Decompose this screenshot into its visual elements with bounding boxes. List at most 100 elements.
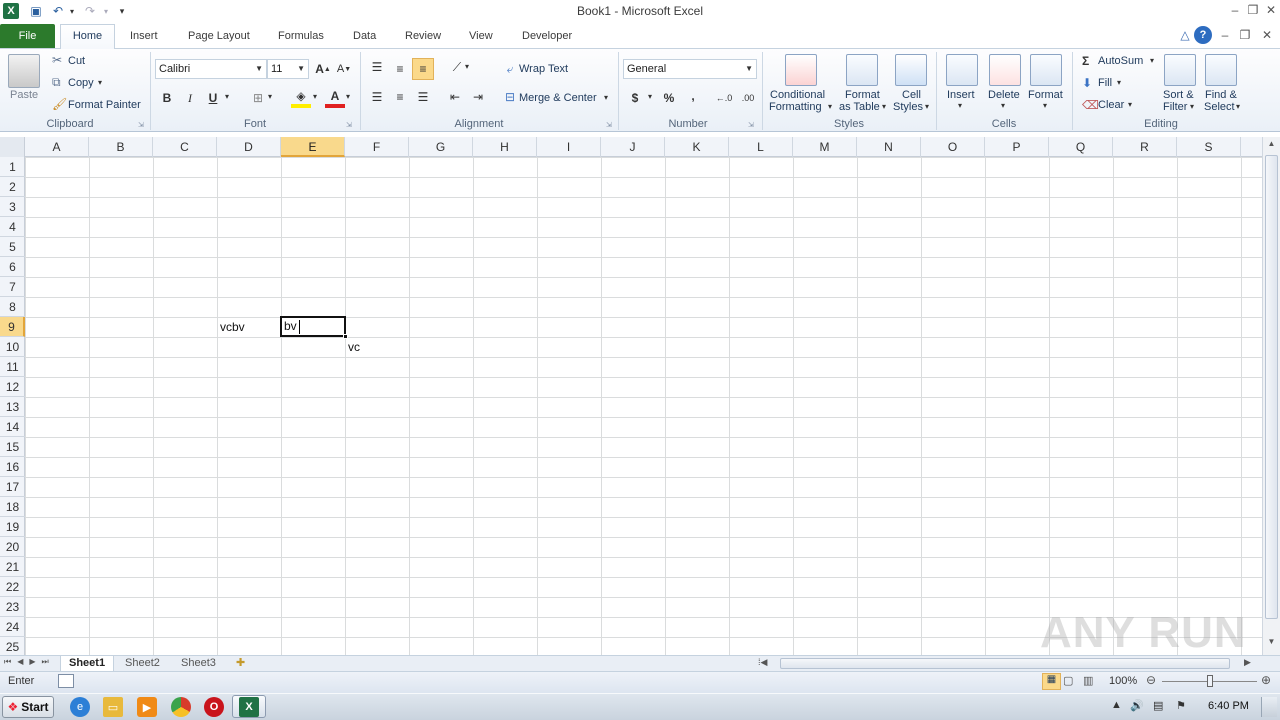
font-name-select[interactable]: Calibri ▼	[155, 59, 267, 79]
comma-button[interactable]: ,	[683, 86, 703, 106]
column-header[interactable]: K	[665, 137, 729, 157]
chrome-icon[interactable]	[171, 697, 191, 717]
redo-icon[interactable]: ↷	[82, 3, 98, 19]
tab-formulas[interactable]: Formulas	[268, 27, 334, 48]
row-header[interactable]: 16	[0, 457, 25, 477]
insert-cells-button[interactable]: Insert	[947, 89, 975, 101]
tab-file[interactable]: File	[0, 24, 55, 48]
action-center-flag-icon[interactable]: ⚑	[1176, 699, 1186, 712]
align-left-icon[interactable]: ☰	[367, 87, 387, 107]
column-header[interactable]: G	[409, 137, 473, 157]
row-header[interactable]: 7	[0, 277, 25, 297]
sort-filter-label-2[interactable]: Filter	[1163, 101, 1187, 113]
cut-button[interactable]: Cut	[68, 55, 85, 67]
workbook-close-icon[interactable]: ✕	[1258, 27, 1276, 43]
column-header[interactable]: C	[153, 137, 217, 157]
tab-insert[interactable]: Insert	[120, 27, 168, 48]
minimize-icon[interactable]: –	[1226, 2, 1244, 18]
fill-color-dropdown-icon[interactable]: ▾	[313, 92, 317, 101]
row-header[interactable]: 15	[0, 437, 25, 457]
cell-grid[interactable]	[25, 157, 1262, 655]
find-select-label-1[interactable]: Find &	[1205, 89, 1237, 101]
conditional-formatting-label-2[interactable]: Formatting	[769, 101, 822, 113]
autosum-button[interactable]: AutoSum	[1098, 55, 1143, 67]
format-cells-button[interactable]: Format	[1028, 89, 1063, 101]
column-header[interactable]: F	[345, 137, 409, 157]
align-bottom-icon[interactable]: ≡	[412, 58, 434, 80]
currency-button[interactable]: $	[625, 88, 645, 108]
insert-sheet-icon[interactable]: ✚	[236, 656, 245, 669]
active-cell-e9[interactable]: bv	[280, 316, 346, 337]
workbook-minimize-icon[interactable]: –	[1216, 27, 1234, 43]
number-format-select[interactable]: General ▼	[623, 59, 757, 79]
row-header[interactable]: 1	[0, 157, 25, 177]
workbook-restore-icon[interactable]: ❐	[1236, 27, 1254, 43]
row-header[interactable]: 23	[0, 597, 25, 617]
row-header[interactable]: 17	[0, 477, 25, 497]
tab-view[interactable]: View	[459, 27, 503, 48]
clear-dropdown-icon[interactable]: ▾	[1128, 100, 1132, 109]
fill-dropdown-icon[interactable]: ▾	[1117, 78, 1121, 87]
row-header[interactable]: 12	[0, 377, 25, 397]
alignment-launcher-icon[interactable]: ⇲	[606, 121, 612, 129]
scroll-up-icon[interactable]: ▲	[1265, 139, 1278, 153]
row-header[interactable]: 25	[0, 637, 25, 657]
volume-icon[interactable]: 🔊	[1130, 699, 1144, 712]
row-header[interactable]: 6	[0, 257, 25, 277]
folder-icon[interactable]: ▭	[103, 697, 123, 717]
media-player-icon[interactable]: ▶	[137, 697, 157, 717]
increase-decimal-icon[interactable]: ←.0	[714, 88, 734, 108]
row-header[interactable]: 18	[0, 497, 25, 517]
redo-dropdown-icon[interactable]: ▾	[98, 3, 114, 19]
ribbon-minimize-icon[interactable]: △	[1176, 27, 1194, 43]
tab-home[interactable]: Home	[60, 24, 115, 49]
sheet-tab-active[interactable]: Sheet1	[60, 656, 115, 672]
row-header[interactable]: 14	[0, 417, 25, 437]
customize-qat-icon[interactable]: ▾	[114, 3, 130, 19]
page-break-view-icon[interactable]: ▥	[1083, 674, 1093, 687]
row-header[interactable]: 3	[0, 197, 25, 217]
sheet-tab[interactable]: Sheet2	[117, 656, 168, 672]
row-header[interactable]: 8	[0, 297, 25, 317]
wrap-text-button[interactable]: Wrap Text	[519, 63, 568, 75]
fill-button[interactable]: Fill	[1098, 77, 1112, 89]
merge-center-button[interactable]: Merge & Center	[519, 92, 597, 104]
tab-split-handle-icon[interactable]: ⁞◀	[758, 657, 767, 668]
column-header[interactable]: H	[473, 137, 537, 157]
format-cells-dropdown-icon[interactable]: ▾	[1043, 101, 1047, 110]
fill-color-icon[interactable]: ◈	[291, 87, 311, 108]
vertical-scrollbar[interactable]: ▲ ▼	[1262, 137, 1280, 655]
taskbar-clock[interactable]: 6:40 PM	[1208, 700, 1249, 712]
help-icon[interactable]: ?	[1194, 26, 1212, 44]
zoom-slider-thumb[interactable]	[1207, 675, 1213, 687]
format-painter-button[interactable]: Format Painter	[68, 99, 141, 111]
horizontal-scroll-thumb[interactable]	[780, 658, 1230, 669]
column-header[interactable]: O	[921, 137, 985, 157]
zoom-out-icon[interactable]: ⊖	[1146, 673, 1156, 687]
column-header[interactable]: Q	[1049, 137, 1113, 157]
page-layout-view-icon[interactable]: ▢	[1063, 674, 1073, 687]
column-header-selected[interactable]: E	[281, 137, 345, 157]
column-header[interactable]: I	[537, 137, 601, 157]
close-icon[interactable]: ✕	[1262, 2, 1280, 18]
row-header[interactable]: 5	[0, 237, 25, 257]
format-as-table-dropdown-icon[interactable]: ▾	[882, 102, 886, 111]
cell-d9[interactable]: vcbv	[220, 317, 245, 337]
column-header[interactable]: J	[601, 137, 665, 157]
format-as-table-label-2[interactable]: as Table	[839, 101, 880, 113]
conditional-formatting-dropdown-icon[interactable]: ▾	[828, 102, 832, 111]
tab-review[interactable]: Review	[395, 27, 451, 48]
scroll-down-icon[interactable]: ▼	[1265, 637, 1278, 651]
row-header-selected[interactable]: 9	[0, 317, 25, 337]
row-header[interactable]: 11	[0, 357, 25, 377]
delete-cells-dropdown-icon[interactable]: ▾	[1001, 101, 1005, 110]
format-as-table-label-1[interactable]: Format	[845, 89, 880, 101]
tab-data[interactable]: Data	[343, 27, 386, 48]
internet-explorer-icon[interactable]: e	[70, 697, 90, 717]
column-header[interactable]: N	[857, 137, 921, 157]
vertical-scroll-thumb[interactable]	[1265, 155, 1278, 619]
underline-button[interactable]: U	[203, 88, 223, 108]
cell-styles-label-1[interactable]: Cell	[902, 89, 921, 101]
row-header[interactable]: 24	[0, 617, 25, 637]
row-header[interactable]: 19	[0, 517, 25, 537]
